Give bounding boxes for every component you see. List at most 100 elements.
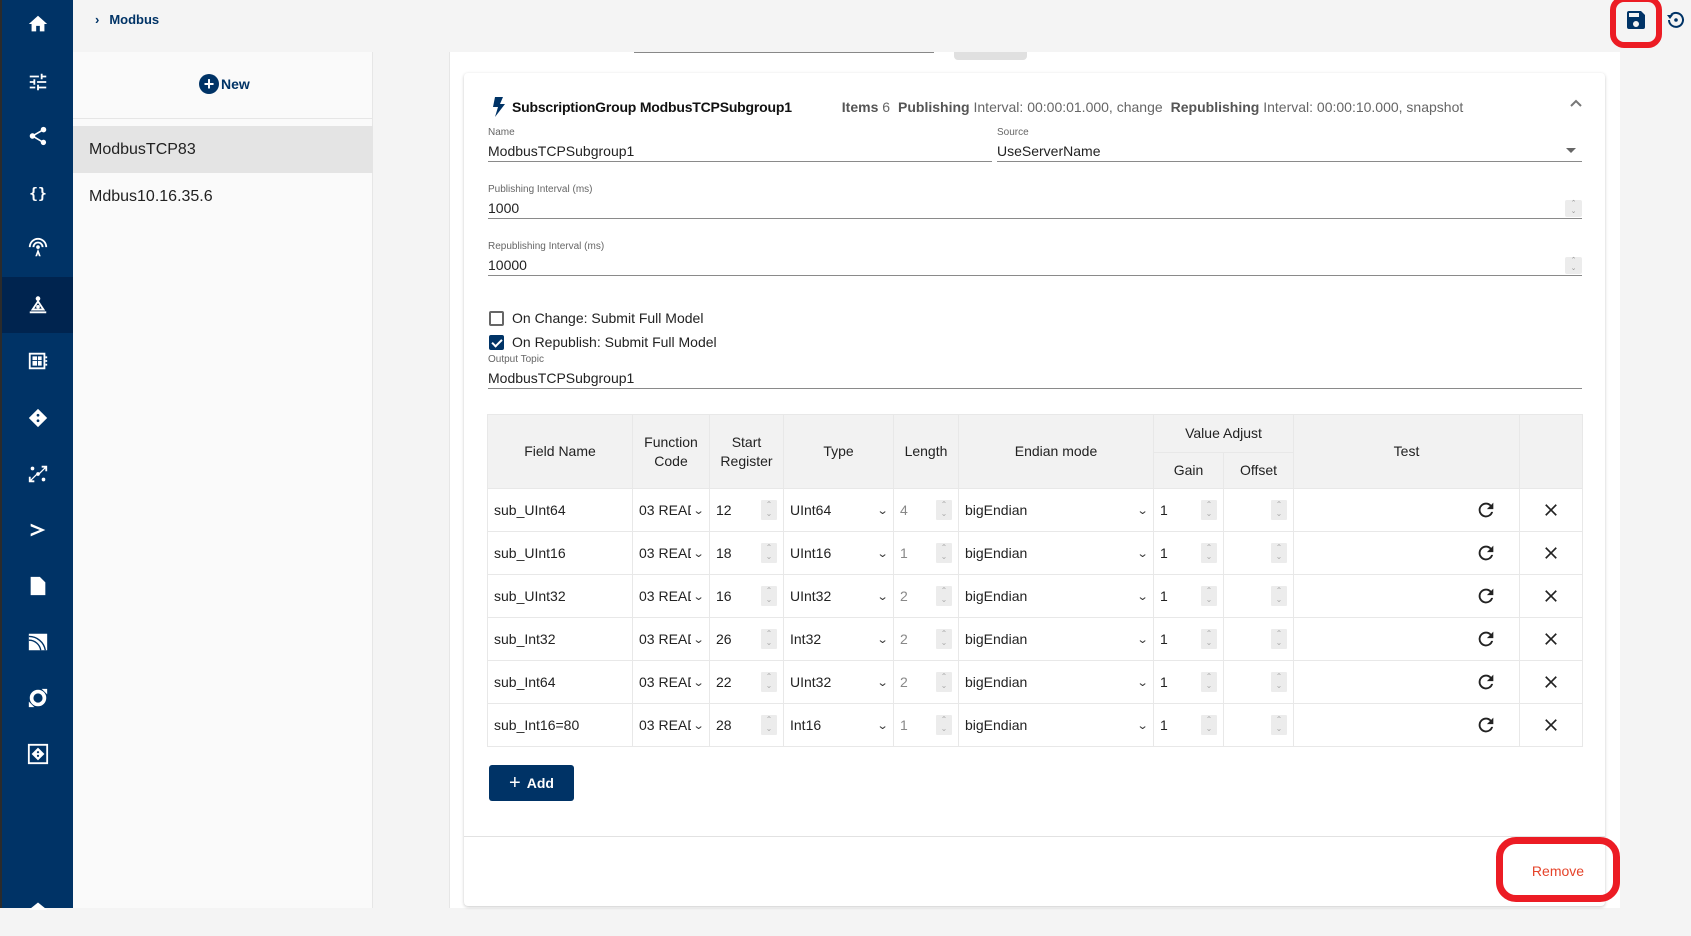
close-icon[interactable] [1541, 629, 1561, 649]
nav-connections[interactable] [2, 108, 73, 164]
nav-settings[interactable] [2, 54, 73, 110]
spinner-icon[interactable]: ⌃ ⌄ [1201, 543, 1217, 563]
gain-cell[interactable]: 1 ⌃ ⌄ [1153, 660, 1224, 704]
spinner-icon[interactable]: ⌃ ⌄ [761, 500, 777, 520]
chevron-up-icon[interactable] [1566, 93, 1586, 113]
checkbox-unchecked-icon[interactable] [489, 310, 504, 326]
gain-value[interactable]: 1 [1160, 631, 1168, 647]
spinner-icon[interactable]: ⌃ ⌄ [1271, 543, 1287, 563]
type-value[interactable]: UInt32 [790, 674, 831, 690]
start-register-value[interactable]: 12 [716, 502, 732, 518]
source-field[interactable]: Source UseServerName [997, 127, 1582, 162]
close-icon[interactable] [1541, 500, 1561, 520]
spinner-icon[interactable]: ⌃ ⌄ [1271, 672, 1287, 692]
type-cell[interactable]: UInt64 ⌄ [783, 488, 894, 532]
spinner-icon[interactable]: ⌃ ⌄ [1565, 200, 1582, 217]
partial-button[interactable] [954, 52, 1027, 60]
chevron-down-icon[interactable]: ⌄ [692, 590, 704, 603]
start-register-cell[interactable]: 28 ⌃ ⌄ [709, 703, 784, 747]
endian-cell[interactable]: bigEndian ⌄ [958, 488, 1154, 532]
spinner-icon[interactable]: ⌃ ⌄ [1271, 500, 1287, 520]
chevron-down-icon[interactable]: ⌄ [876, 590, 888, 603]
chevron-down-icon[interactable]: ⌄ [1136, 547, 1148, 560]
start-register-cell[interactable]: 12 ⌃ ⌄ [709, 488, 784, 532]
spinner-icon[interactable]: ⌃ ⌄ [761, 629, 777, 649]
offset-cell[interactable]: ⌃ ⌄ [1223, 488, 1294, 532]
field-name-value[interactable]: sub_Int32 [494, 631, 556, 647]
field-name-cell[interactable]: sub_Int16=80 [487, 703, 633, 747]
endian-cell[interactable]: bigEndian ⌄ [958, 660, 1154, 704]
publishing-interval-field[interactable]: Publishing Interval (ms) 1000 ⌃ ⌄ [488, 184, 1582, 219]
endian-cell[interactable]: bigEndian ⌄ [958, 703, 1154, 747]
close-icon[interactable] [1541, 543, 1561, 563]
function-code-cell[interactable]: 03 READ⌄ [632, 617, 710, 661]
type-cell[interactable]: UInt32 ⌄ [783, 574, 894, 618]
source-select[interactable]: UseServerName [997, 140, 1582, 162]
chevron-down-icon[interactable]: ⌄ [876, 547, 888, 560]
spinner-icon[interactable]: ⌃ ⌄ [1201, 586, 1217, 606]
type-value[interactable]: UInt64 [790, 502, 831, 518]
nav-terminal[interactable] [2, 502, 73, 558]
chevron-down-icon[interactable]: ⌄ [1136, 590, 1148, 603]
on-change-checkbox[interactable]: On Change: Submit Full Model [489, 310, 703, 326]
field-name-cell[interactable]: sub_Int64 [487, 660, 633, 704]
refresh-icon[interactable] [1475, 499, 1497, 521]
endian-value[interactable]: bigEndian [965, 631, 1027, 647]
gain-value[interactable]: 1 [1160, 588, 1168, 604]
save-button[interactable] [1624, 8, 1648, 32]
gain-cell[interactable]: 1 ⌃ ⌄ [1153, 617, 1224, 661]
refresh-icon[interactable] [1475, 585, 1497, 607]
chevron-down-icon[interactable]: ⌄ [1136, 633, 1148, 646]
chevron-down-icon[interactable]: ⌄ [876, 504, 888, 517]
chevron-down-icon[interactable]: ⌄ [692, 547, 704, 560]
spinner-icon[interactable]: ⌃ ⌄ [761, 586, 777, 606]
chevron-down-icon[interactable]: ⌄ [1136, 504, 1148, 517]
field-name-cell[interactable]: sub_Int32 [487, 617, 633, 661]
spinner-icon[interactable]: ⌃ ⌄ [1565, 257, 1582, 274]
field-name-cell[interactable]: sub_UInt16 [487, 531, 633, 575]
nav-device[interactable] [2, 726, 73, 782]
gain-cell[interactable]: 1 ⌃ ⌄ [1153, 531, 1224, 575]
gain-value[interactable]: 1 [1160, 545, 1168, 561]
close-icon[interactable] [1541, 672, 1561, 692]
function-code-value[interactable]: 03 READ [639, 545, 691, 561]
start-register-cell[interactable]: 16 ⌃ ⌄ [709, 574, 784, 618]
add-row-button[interactable]: + Add [489, 765, 574, 801]
endian-value[interactable]: bigEndian [965, 502, 1027, 518]
spinner-icon[interactable]: ⌃ ⌄ [1201, 500, 1217, 520]
nav-sync[interactable] [2, 670, 73, 726]
spinner-icon[interactable]: ⌃ ⌄ [1201, 629, 1217, 649]
publishing-interval-input[interactable]: 1000 ⌃ ⌄ [488, 197, 1582, 219]
name-field[interactable]: Name ModbusTCPSubgroup1 [488, 127, 992, 162]
type-cell[interactable]: Int16 ⌄ [783, 703, 894, 747]
chevron-down-icon[interactable]: ⌄ [692, 676, 704, 689]
gain-cell[interactable]: 1 ⌃ ⌄ [1153, 574, 1224, 618]
start-register-cell[interactable]: 22 ⌃ ⌄ [709, 660, 784, 704]
gain-value[interactable]: 1 [1160, 502, 1168, 518]
gain-value[interactable]: 1 [1160, 717, 1168, 733]
nav-home[interactable] [2, 0, 73, 52]
nav-transfer[interactable] [2, 446, 73, 502]
field-name-value[interactable]: sub_UInt32 [494, 588, 566, 604]
field-name-cell[interactable]: sub_UInt32 [487, 574, 633, 618]
endian-value[interactable]: bigEndian [965, 674, 1027, 690]
republishing-interval-field[interactable]: Republishing Interval (ms) 10000 ⌃ ⌄ [488, 241, 1582, 276]
start-register-value[interactable]: 16 [716, 588, 732, 604]
spinner-icon[interactable]: ⌃ ⌄ [1271, 586, 1287, 606]
start-register-value[interactable]: 18 [716, 545, 732, 561]
refresh-icon[interactable] [1475, 714, 1497, 736]
function-code-cell[interactable]: 03 READ⌄ [632, 660, 710, 704]
field-name-cell[interactable]: sub_UInt64 [487, 488, 633, 532]
offset-cell[interactable]: ⌃ ⌄ [1223, 660, 1294, 704]
nav-signal[interactable] [2, 614, 73, 670]
endian-cell[interactable]: bigEndian ⌄ [958, 617, 1154, 661]
chevron-down-icon[interactable]: ⌄ [692, 633, 704, 646]
endian-cell[interactable]: bigEndian ⌄ [958, 574, 1154, 618]
chevron-down-icon[interactable]: ⌄ [692, 504, 704, 517]
chevron-down-icon[interactable]: ⌄ [1136, 719, 1148, 732]
type-cell[interactable]: UInt32 ⌄ [783, 660, 894, 704]
type-cell[interactable]: UInt16 ⌄ [783, 531, 894, 575]
spinner-icon[interactable]: ⌃ ⌄ [761, 715, 777, 735]
type-value[interactable]: UInt16 [790, 545, 831, 561]
nav-modbus[interactable] [2, 277, 73, 333]
